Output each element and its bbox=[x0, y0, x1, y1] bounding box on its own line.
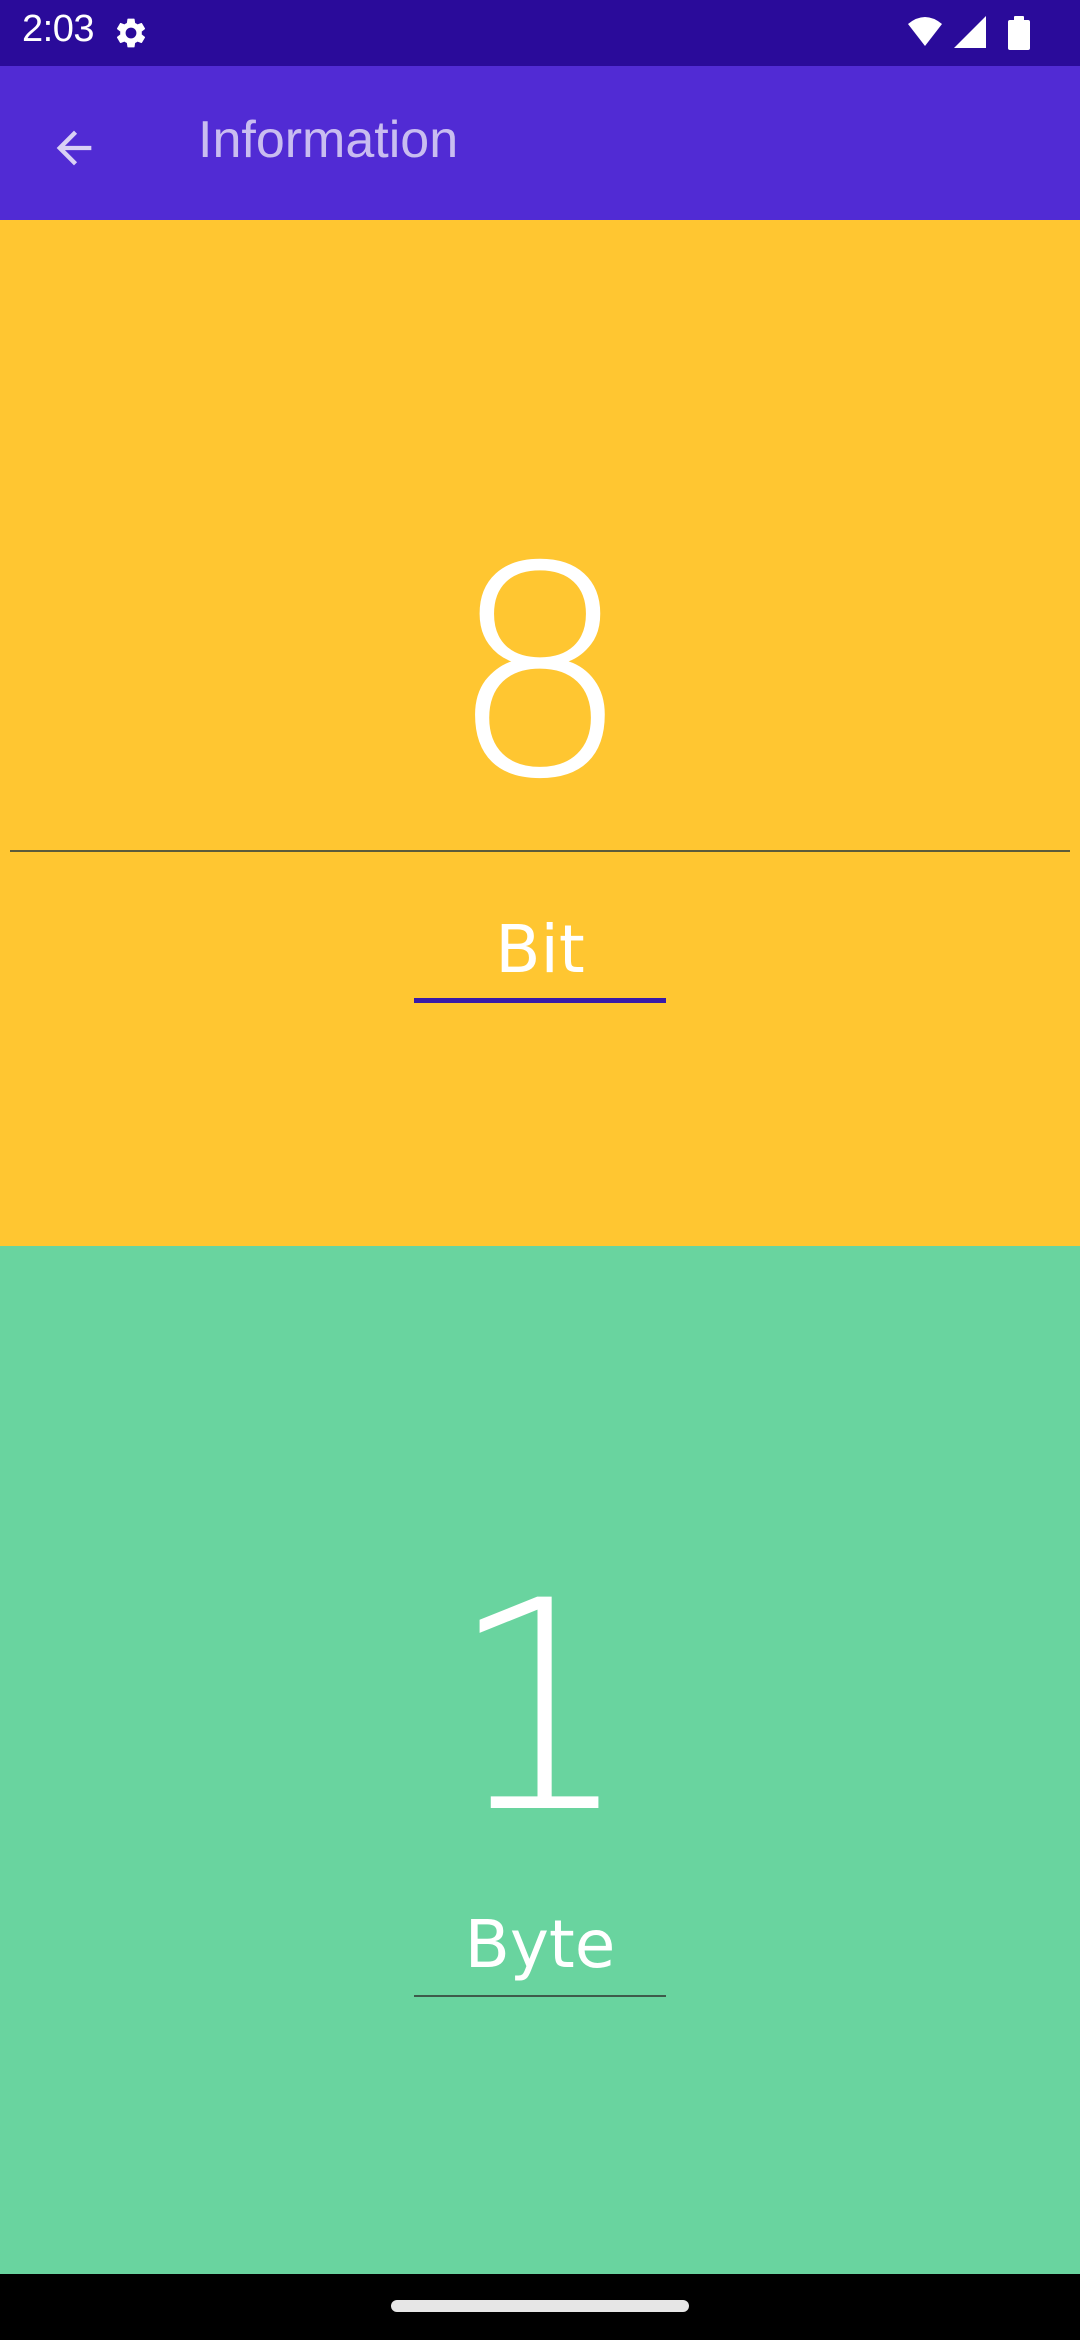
battery-icon bbox=[1008, 16, 1030, 50]
unit-picker-underline bbox=[414, 1995, 666, 1997]
wifi-icon bbox=[908, 17, 942, 46]
byte-unit-picker[interactable]: Byte bbox=[414, 1912, 666, 1978]
back-button[interactable] bbox=[30, 104, 118, 192]
bit-unit-picker[interactable]: Bit bbox=[414, 917, 666, 983]
home-gesture-handle[interactable] bbox=[391, 2300, 689, 2312]
status-bar: 2:03 bbox=[0, 0, 1080, 66]
bit-panel: 8 Bit bbox=[0, 220, 1080, 1246]
app-screen: 2:03 Information 8 Bit 1 Byte bbox=[0, 0, 1080, 2340]
unit-picker-underline bbox=[414, 998, 666, 1003]
byte-panel: 1 Byte bbox=[0, 1246, 1080, 2274]
page-title: Information bbox=[198, 111, 459, 169]
signal-icon bbox=[954, 16, 986, 48]
value-entry-underline bbox=[10, 850, 1070, 852]
byte-value-display[interactable]: 1 bbox=[0, 1564, 1080, 1854]
bit-value-display[interactable]: 8 bbox=[0, 530, 1080, 820]
navigation-bar bbox=[0, 2274, 1080, 2340]
app-bar: Information bbox=[0, 66, 1080, 220]
status-icons bbox=[906, 14, 1046, 52]
settings-gear-icon bbox=[113, 15, 149, 51]
arrow-left-icon bbox=[56, 130, 92, 166]
status-time: 2:03 bbox=[22, 8, 94, 50]
